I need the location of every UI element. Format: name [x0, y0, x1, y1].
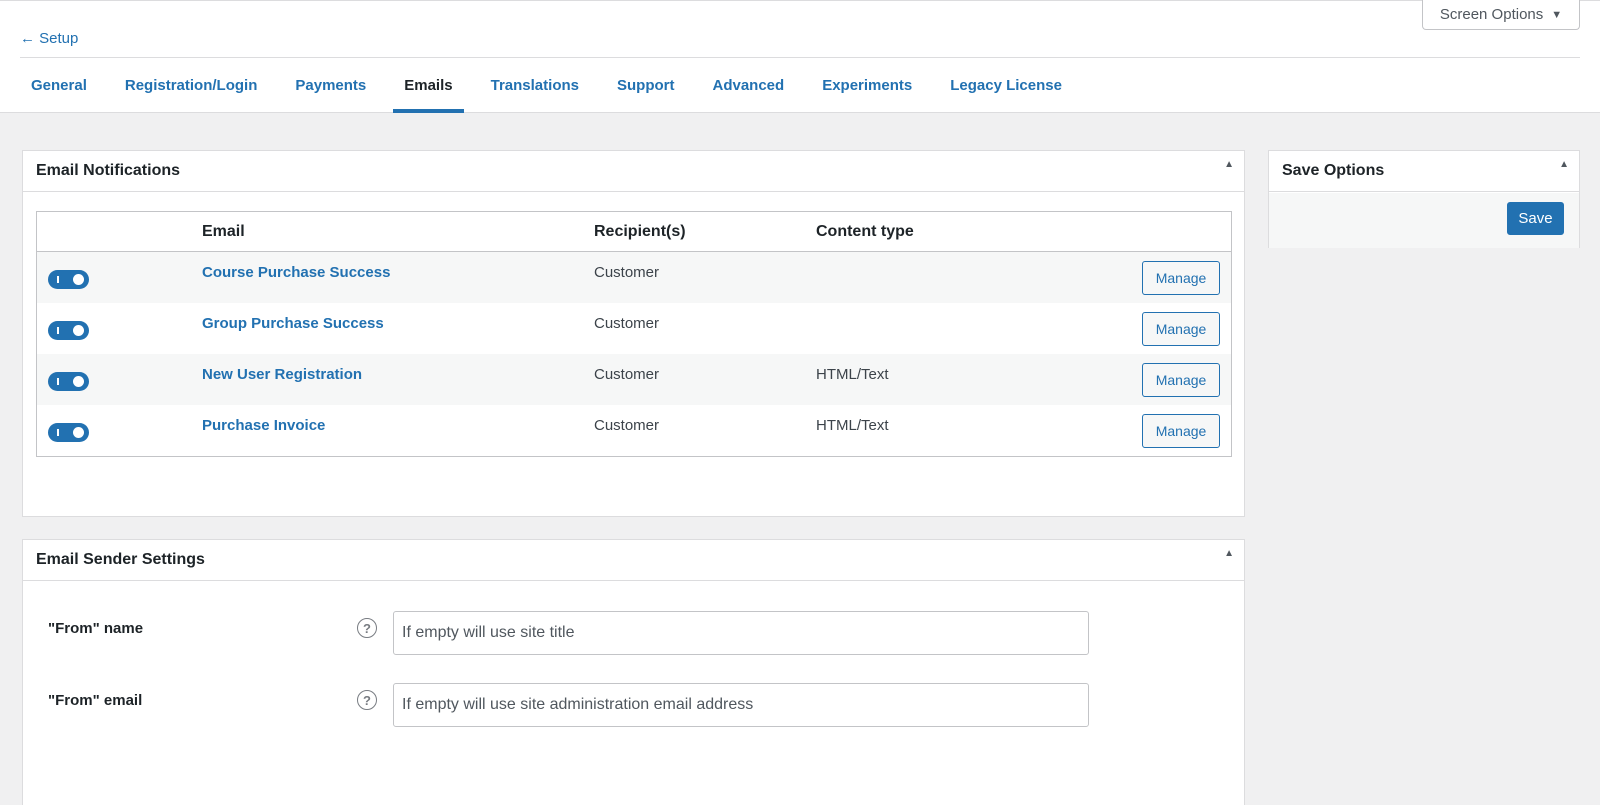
collapse-arrow-icon[interactable]: ▲	[1224, 159, 1234, 170]
recipient-cell: Customer	[594, 264, 660, 281]
column-header-content-type: Content type	[816, 223, 914, 240]
manage-button[interactable]: Manage	[1142, 261, 1220, 295]
tab-experiments[interactable]: Experiments	[803, 58, 931, 113]
email-sender-settings-header: Email Sender Settings ▲	[23, 540, 1244, 581]
tab-emails[interactable]: Emails	[385, 58, 471, 113]
back-to-setup-link[interactable]: ← Setup	[20, 30, 78, 47]
email-name-link[interactable]: Course Purchase Success	[202, 264, 390, 281]
save-options-header: Save Options ▲	[1269, 151, 1579, 192]
caret-down-icon: ▼	[1551, 8, 1563, 21]
recipient-cell: Customer	[594, 417, 660, 434]
enable-toggle[interactable]	[48, 372, 89, 391]
email-notifications-header: Email Notifications ▲	[23, 151, 1244, 192]
column-header-email: Email	[202, 223, 245, 240]
top-border	[0, 0, 1600, 1]
enable-toggle[interactable]	[48, 423, 89, 442]
table-row: Course Purchase Success Customer Manage	[37, 252, 1231, 303]
top-bar: Screen Options ▼ ← Setup General Registr…	[0, 0, 1600, 113]
email-sender-settings-panel: Email Sender Settings ▲ "From" name ? "F…	[22, 539, 1245, 805]
from-name-input[interactable]	[393, 611, 1089, 655]
tab-translations[interactable]: Translations	[472, 58, 598, 113]
recipient-cell: Customer	[594, 366, 660, 383]
enable-toggle[interactable]	[48, 321, 89, 340]
save-button[interactable]: Save	[1507, 202, 1564, 235]
tab-legacy-license[interactable]: Legacy License	[931, 58, 1081, 113]
table-row: New User Registration Customer HTML/Text…	[37, 354, 1231, 405]
table-row: Group Purchase Success Customer Manage	[37, 303, 1231, 354]
tab-payments[interactable]: Payments	[276, 58, 385, 113]
email-name-link[interactable]: New User Registration	[202, 366, 362, 383]
table-header-row: Email Recipient(s) Content type	[37, 212, 1231, 252]
table-row: Purchase Invoice Customer HTML/Text Mana…	[37, 405, 1231, 456]
tab-registration-login[interactable]: Registration/Login	[106, 58, 277, 113]
panel-title: Email Sender Settings	[36, 551, 205, 568]
from-email-label: "From" email	[48, 692, 143, 709]
help-icon[interactable]: ?	[357, 618, 377, 638]
email-name-link[interactable]: Group Purchase Success	[202, 315, 384, 332]
collapse-arrow-icon[interactable]: ▲	[1224, 548, 1234, 559]
email-notifications-table: Email Recipient(s) Content type Course P…	[36, 211, 1232, 457]
from-email-input[interactable]	[393, 683, 1089, 727]
manage-button[interactable]: Manage	[1142, 363, 1220, 397]
column-header-recipients: Recipient(s)	[594, 223, 686, 240]
content-type-cell: HTML/Text	[816, 366, 889, 383]
help-icon[interactable]: ?	[357, 690, 377, 710]
recipient-cell: Customer	[594, 315, 660, 332]
save-options-panel: Save Options ▲ Save	[1268, 150, 1580, 248]
screen-options-label: Screen Options	[1439, 6, 1544, 23]
content-type-cell: HTML/Text	[816, 417, 889, 434]
from-name-label: "From" name	[48, 620, 144, 637]
tab-general[interactable]: General	[12, 58, 106, 113]
panel-title: Email Notifications	[36, 162, 181, 179]
manage-button[interactable]: Manage	[1142, 312, 1220, 346]
enable-toggle[interactable]	[48, 270, 89, 289]
panel-title: Save Options	[1282, 162, 1385, 179]
collapse-arrow-icon[interactable]: ▲	[1559, 159, 1569, 170]
settings-tabs: General Registration/Login Payments Emai…	[12, 58, 1081, 113]
email-name-link[interactable]: Purchase Invoice	[202, 417, 325, 434]
manage-button[interactable]: Manage	[1142, 414, 1220, 448]
tab-advanced[interactable]: Advanced	[693, 58, 803, 113]
tab-support[interactable]: Support	[598, 58, 694, 113]
email-notifications-panel: Email Notifications ▲ Email Recipient(s)…	[22, 150, 1245, 517]
screen-options-button[interactable]: Screen Options ▼	[1422, 0, 1580, 30]
